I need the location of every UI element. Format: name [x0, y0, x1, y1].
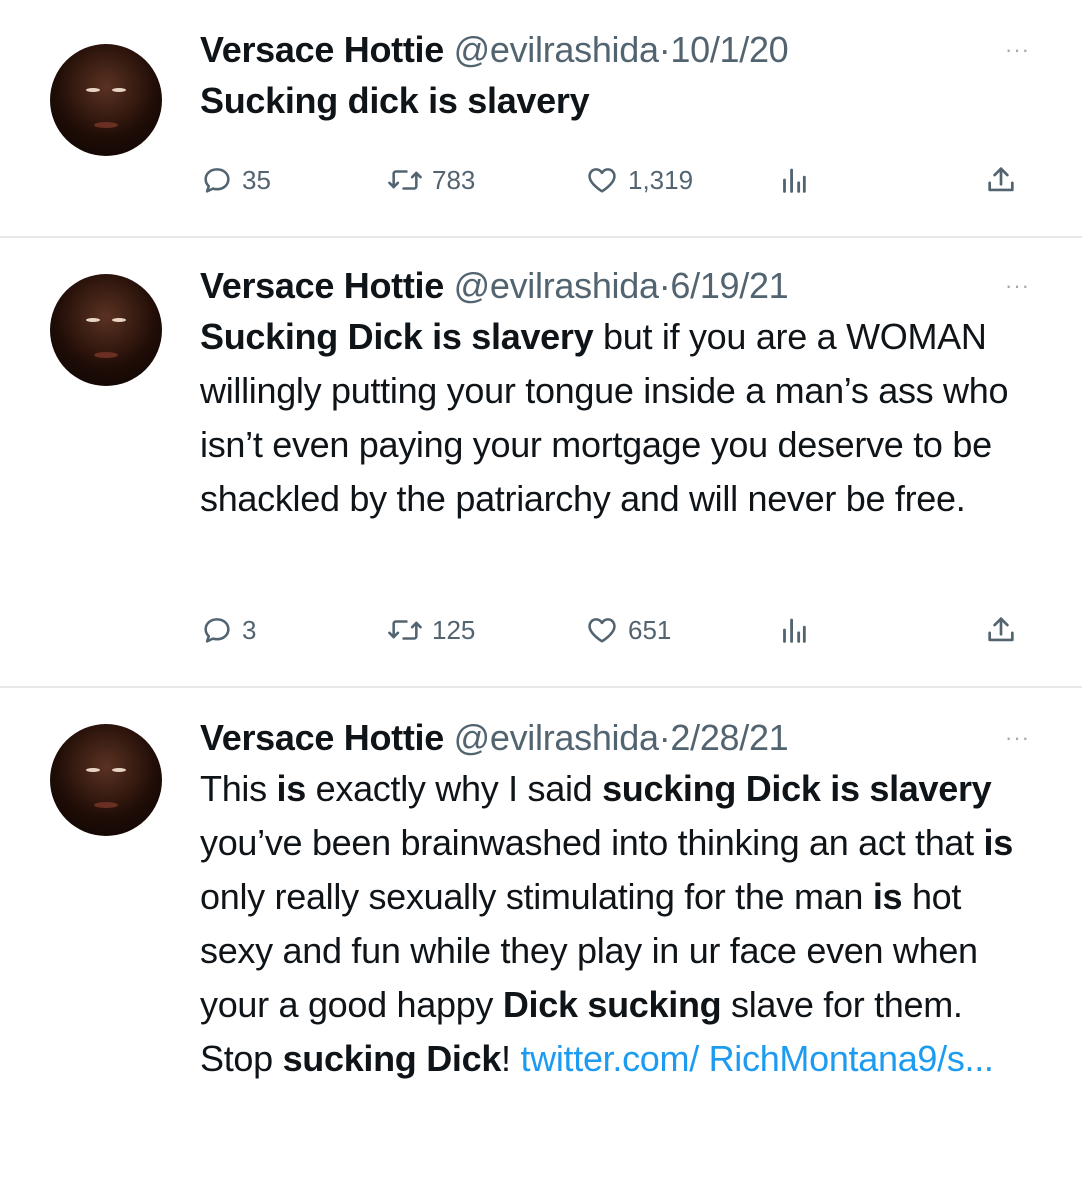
- tweet-1[interactable]: Versace Hottie @evilrashida·10/1/20 Suck…: [0, 0, 1082, 236]
- author-handle[interactable]: @evilrashida: [454, 29, 659, 70]
- tweet-text-bold: sucking Dick: [282, 1038, 502, 1079]
- tweet-date[interactable]: 6/19/21: [670, 265, 788, 306]
- share-icon: [984, 613, 1018, 647]
- views-button[interactable]: [776, 610, 810, 650]
- tweet-actions: 35 783 1,319: [200, 160, 1042, 200]
- header-separator: ·: [658, 717, 671, 758]
- tweet-text-bold: is: [872, 876, 903, 917]
- reply-count: 3: [242, 614, 257, 645]
- like-icon: [584, 613, 620, 647]
- header-separator: ·: [658, 265, 671, 306]
- tweet-text-bold: Sucking Dick is slavery: [200, 316, 594, 357]
- views-button[interactable]: [776, 160, 810, 200]
- like-button[interactable]: 1,319: [584, 160, 693, 200]
- tweet-text-bold: sucking Dick is slavery: [602, 768, 992, 809]
- like-icon: [584, 163, 620, 197]
- tweet-text: Sucking Dick is slavery but if you are a…: [200, 310, 1042, 526]
- tweet-text-segment: !: [501, 1038, 521, 1079]
- tweet-header: Versace Hottie @evilrashida·2/28/21: [200, 716, 1042, 760]
- reply-button[interactable]: 3: [200, 610, 256, 650]
- tweet-2[interactable]: Versace Hottie @evilrashida·6/19/21 Suck…: [0, 238, 1082, 686]
- tweet-header: Versace Hottie @evilrashida·10/1/20: [200, 28, 1042, 72]
- header-separator: ·: [658, 29, 671, 70]
- share-button[interactable]: [984, 160, 1018, 200]
- tweet-text-segment: exactly why I said: [305, 768, 603, 809]
- reply-count: 35: [242, 164, 271, 195]
- like-button[interactable]: 651: [584, 610, 671, 650]
- reply-icon: [200, 163, 234, 197]
- reply-button[interactable]: 35: [200, 160, 271, 200]
- retweet-button[interactable]: 125: [386, 610, 475, 650]
- tweet-text-segment: This: [200, 768, 277, 809]
- retweet-count: 125: [432, 614, 476, 645]
- author-name[interactable]: Versace Hottie: [200, 717, 444, 758]
- tweet-text-bold: Sucking dick is slavery: [200, 80, 590, 121]
- reply-icon: [200, 613, 234, 647]
- avatar[interactable]: [50, 274, 162, 386]
- like-count: 651: [628, 614, 672, 645]
- tweet-text-bold: is: [983, 822, 1014, 863]
- avatar[interactable]: [50, 724, 162, 836]
- tweet-text-bold: Dick sucking: [502, 984, 722, 1025]
- author-name[interactable]: Versace Hottie: [200, 29, 444, 70]
- more-options-icon[interactable]: ···: [1005, 727, 1030, 749]
- author-handle[interactable]: @evilrashida: [454, 265, 659, 306]
- tweet-actions: 3 125 651: [200, 610, 1042, 650]
- more-options-icon[interactable]: ···: [1005, 39, 1030, 61]
- views-icon: [776, 613, 810, 647]
- more-options-icon[interactable]: ···: [1005, 275, 1030, 297]
- tweet-text-segment: only really sexually stimulating for the…: [200, 876, 873, 917]
- tweet-date[interactable]: 2/28/21: [670, 717, 788, 758]
- views-icon: [776, 163, 810, 197]
- retweet-icon: [386, 163, 424, 197]
- author-name[interactable]: Versace Hottie: [200, 265, 444, 306]
- tweet-header: Versace Hottie @evilrashida·6/19/21: [200, 264, 1042, 308]
- retweet-count: 783: [432, 164, 476, 195]
- tweet-text: Sucking dick is slavery: [200, 74, 1042, 128]
- tweet-3[interactable]: Versace Hottie @evilrashida·2/28/21 This…: [0, 688, 1082, 1200]
- avatar[interactable]: [50, 44, 162, 156]
- tweet-link[interactable]: twitter.com/ RichMontana9/s...: [520, 1038, 993, 1079]
- retweet-icon: [386, 613, 424, 647]
- tweet-text: This is exactly why I said sucking Dick …: [200, 762, 1042, 1086]
- tweet-text-segment: you’ve been brainwashed into thinking an…: [200, 822, 984, 863]
- tweet-text-bold: is: [276, 768, 307, 809]
- share-icon: [984, 163, 1018, 197]
- share-button[interactable]: [984, 610, 1018, 650]
- tweet-date[interactable]: 10/1/20: [670, 29, 788, 70]
- author-handle[interactable]: @evilrashida: [454, 717, 659, 758]
- retweet-button[interactable]: 783: [386, 160, 475, 200]
- like-count: 1,319: [628, 164, 694, 195]
